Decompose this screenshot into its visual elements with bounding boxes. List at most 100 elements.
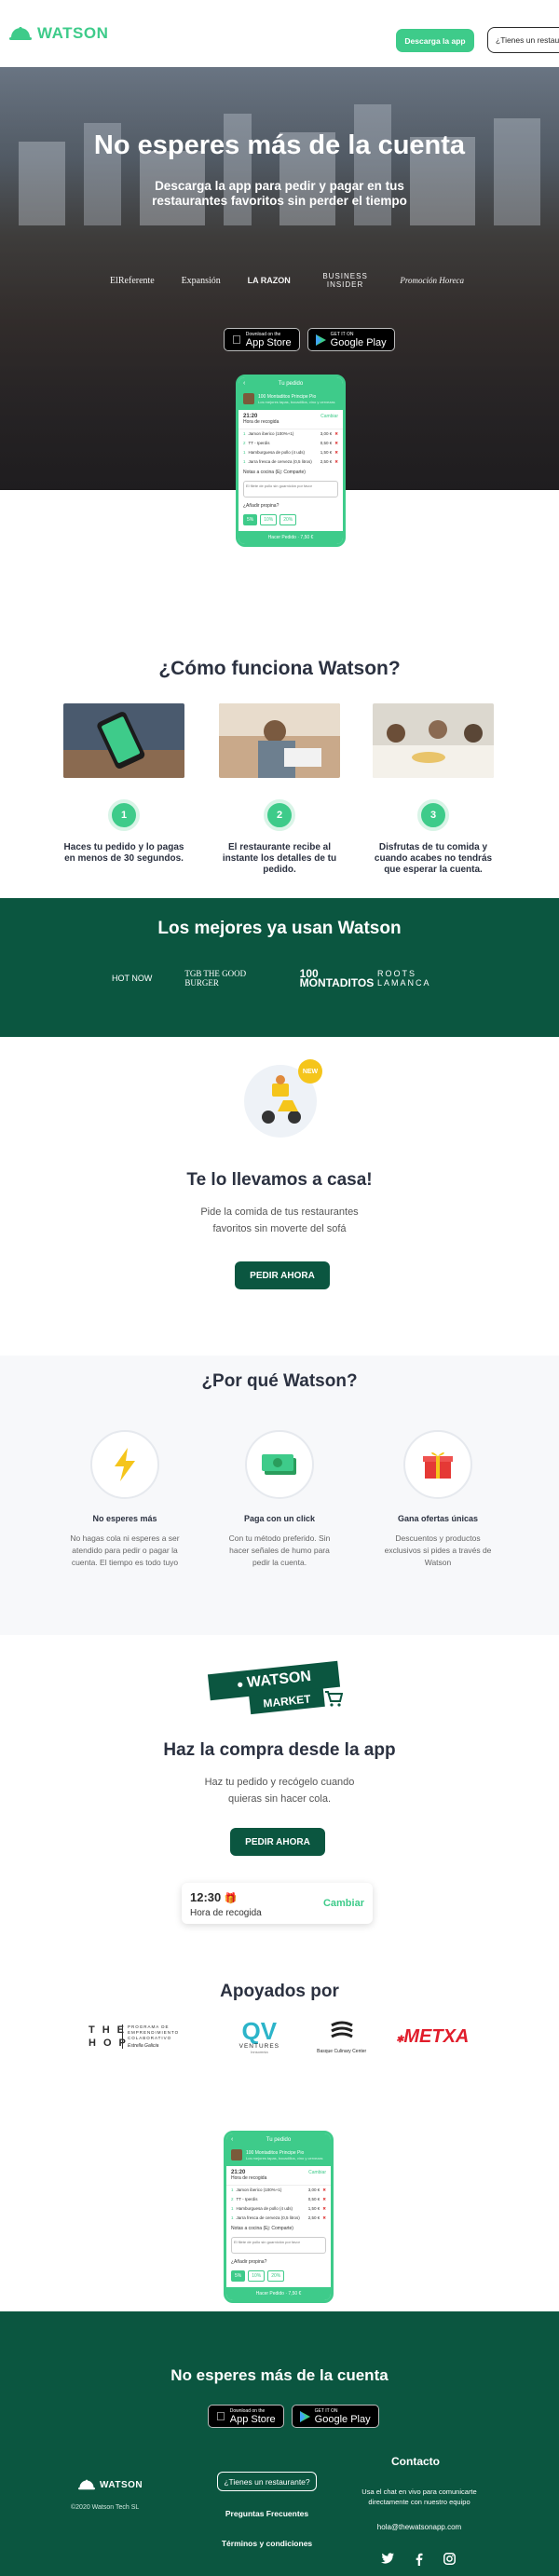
app-phone-mockup-footer: ‹ Tu pedido 100 Montaditos Principe Pio Lo… — [224, 2131, 334, 2303]
tip-option[interactable]: 5% — [243, 514, 258, 525]
pickup-time-card: 12:30 🎁 Hora de recogida Cambiar — [182, 1883, 373, 1924]
hero-title: No esperes más de la cuenta — [93, 130, 466, 160]
press-logo-expansion: Expansión — [181, 275, 221, 286]
how-it-works-title: ¿Cómo funciona Watson? — [158, 658, 401, 679]
trash-icon: ✖ — [322, 2197, 326, 2201]
delivery-title: Te lo llevamos a casa! — [186, 1170, 373, 1190]
friends-eating-photo — [373, 703, 494, 778]
partner-logo-the-good-burger: TGB THE GOOD BURGER — [184, 969, 247, 988]
trash-icon: ✖ — [322, 2206, 326, 2211]
faq-link[interactable]: Preguntas Frecuentes — [217, 2509, 317, 2518]
kitchen-notes-field[interactable]: El filete de pollo sin guarnición por fa… — [243, 481, 338, 497]
press-logo-elreferente: ElReferente — [110, 275, 155, 286]
step-text: Haces tu pedido y lo pagas en menos de 3… — [63, 842, 184, 864]
trash-icon: ✖ — [322, 2215, 326, 2220]
partners-title: Los mejores ya usan Watson — [157, 919, 402, 938]
lightning-icon — [90, 1430, 159, 1499]
order-now-market-button[interactable]: PEDIR AHORA — [230, 1828, 325, 1856]
new-badge: NEW — [298, 1059, 322, 1084]
why-title: ¿Por qué Watson? — [201, 1371, 358, 1391]
supporter-logo-metxa: ✱METXA — [395, 2025, 470, 2047]
facebook-icon[interactable] — [416, 2553, 423, 2566]
footer-store-buttons:  Download on theApp Store GET IT ONGoog… — [208, 2405, 379, 2428]
place-order-button[interactable]: Hacer Pedido · 7,50 € — [239, 531, 343, 544]
partners-section: Los mejores ya usan Watson HOT NOW TGB T… — [0, 898, 559, 1037]
copyright: ©2020 Watson Tech SL — [71, 2504, 140, 2511]
supporter-logo-thehop: THE HOP PROGRAMA DE EMPRENDIMIENTO COLAB… — [89, 2024, 205, 2050]
watson-market-logo: ● WATSON MARKET — [207, 1660, 344, 1718]
why-card: Gana ofertas únicas Descuentos y product… — [382, 1430, 494, 1569]
hero-subtitle: Descarga la app para pedir y pagar en tu… — [152, 179, 407, 208]
step-text: Disfrutas de tu comida y cuando acabes n… — [374, 842, 493, 875]
tip-option[interactable]: 20% — [267, 2270, 285, 2282]
cash-icon — [245, 1430, 314, 1499]
footer-title: No esperes más de la cuenta — [170, 2366, 389, 2384]
trash-icon: ✖ — [334, 431, 338, 436]
instagram-icon[interactable] — [443, 2553, 456, 2565]
footer-logo[interactable]: WATSON — [78, 2479, 143, 2490]
cloche-icon — [78, 2479, 95, 2490]
logo-text: WATSON — [37, 24, 109, 42]
step-number: 3 — [417, 799, 449, 831]
supporter-logo-basque-culinary: Basque Culinary Center — [314, 2020, 370, 2054]
pickup-label: Hora de recogida — [190, 1908, 262, 1918]
apple-icon:  — [232, 333, 241, 347]
kitchen-notes-field[interactable]: El filete de pollo sin guarnición por fa… — [231, 2237, 326, 2254]
restaurant-avatar — [243, 393, 254, 404]
app-store-button[interactable]:  Download on theApp Store — [208, 2405, 284, 2428]
gift-icon — [403, 1430, 472, 1499]
tip-option[interactable]: 10% — [260, 514, 278, 525]
market-title: Haz la compra desde la app — [163, 1740, 396, 1760]
how-step-card: 3 Disfrutas de tu comida y cuando acabes… — [373, 703, 494, 876]
trash-icon: ✖ — [334, 441, 338, 445]
trash-icon: ✖ — [334, 450, 338, 455]
cloche-icon: ● — [236, 1677, 245, 1692]
how-step-card: 2 El restaurante recibe al instante los … — [219, 703, 340, 876]
step-number: 1 — [108, 799, 140, 831]
change-time-link[interactable]: Cambiar — [320, 414, 338, 425]
play-icon — [315, 334, 326, 346]
app-store-button[interactable]:  Download on theApp Store — [224, 328, 300, 351]
hero-store-buttons:  Download on theApp Store GET IT ONGoog… — [224, 328, 395, 351]
watson-logo[interactable]: WATSON — [9, 24, 108, 43]
pickup-time: 12:30 🎁 — [190, 1890, 238, 1904]
change-pickup-time-link[interactable]: Cambiar — [323, 1898, 364, 1909]
press-logo-larazon: LA RAZON — [247, 276, 291, 285]
site-footer: No esperes más de la cuenta  Download o… — [0, 2311, 559, 2576]
phone-in-hand-photo — [63, 703, 184, 778]
back-arrow-icon: ‹ — [243, 380, 246, 387]
cloche-icon — [9, 26, 32, 40]
have-restaurant-button[interactable]: ¿Tienes un restaurante? — [487, 27, 559, 53]
tip-option[interactable]: 20% — [280, 514, 297, 525]
why-card: No esperes más No hagas cola ni esperes … — [69, 1430, 181, 1569]
google-play-button[interactable]: GET IT ON Google Play — [307, 328, 395, 351]
terms-link[interactable]: Términos y condiciones — [217, 2539, 317, 2548]
tip-option[interactable]: 10% — [248, 2270, 266, 2282]
twitter-icon[interactable] — [381, 2553, 394, 2564]
change-time-link[interactable]: Cambiar — [308, 2170, 326, 2181]
contact-email-link[interactable]: hola@thewatsonapp.com — [354, 2523, 484, 2531]
social-links — [381, 2553, 456, 2566]
press-logo-horeca: Promoción Horeca — [400, 276, 464, 285]
basque-culinary-mark — [330, 2021, 353, 2038]
press-logos: ElReferente Expansión LA RAZON BUSINESS … — [110, 272, 464, 289]
footer-restaurant-button[interactable]: ¿Tienes un restaurante? — [217, 2472, 317, 2491]
apple-icon:  — [216, 2409, 225, 2423]
market-subtitle: Haz tu pedido y recógelo cuando quieras … — [204, 1777, 355, 1805]
supporter-logos: THE HOP PROGRAMA DE EMPRENDIMIENTO COLAB… — [89, 2019, 470, 2054]
google-play-button[interactable]: GET IT ON Google Play — [291, 2405, 379, 2428]
supported-by-title: Apoyados por — [220, 1982, 339, 2001]
partner-logos: HOT NOW TGB THE GOOD BURGER 100 MONTADIT… — [112, 968, 443, 988]
download-app-button[interactable]: Descarga la app — [396, 29, 474, 52]
back-arrow-icon: ‹ — [231, 2136, 234, 2143]
partner-logo-roots: ROOTS LAMANCA — [376, 969, 431, 988]
trash-icon: ✖ — [322, 2188, 326, 2192]
site-header: WATSON Descarga la app ¿Tienes un restau… — [0, 0, 559, 67]
place-order-button[interactable]: Hacer Pedido · 7,50 € — [226, 2287, 331, 2300]
how-step-card: 1 Haces tu pedido y lo pagas en menos de… — [63, 703, 184, 865]
tip-option[interactable]: 5% — [231, 2270, 246, 2282]
why-card: Paga con un click Con tu método preferid… — [224, 1430, 335, 1569]
order-now-delivery-button[interactable]: PEDIR AHORA — [235, 1261, 330, 1289]
trash-icon: ✖ — [334, 459, 338, 464]
shopping-cart-icon — [325, 1691, 343, 1707]
